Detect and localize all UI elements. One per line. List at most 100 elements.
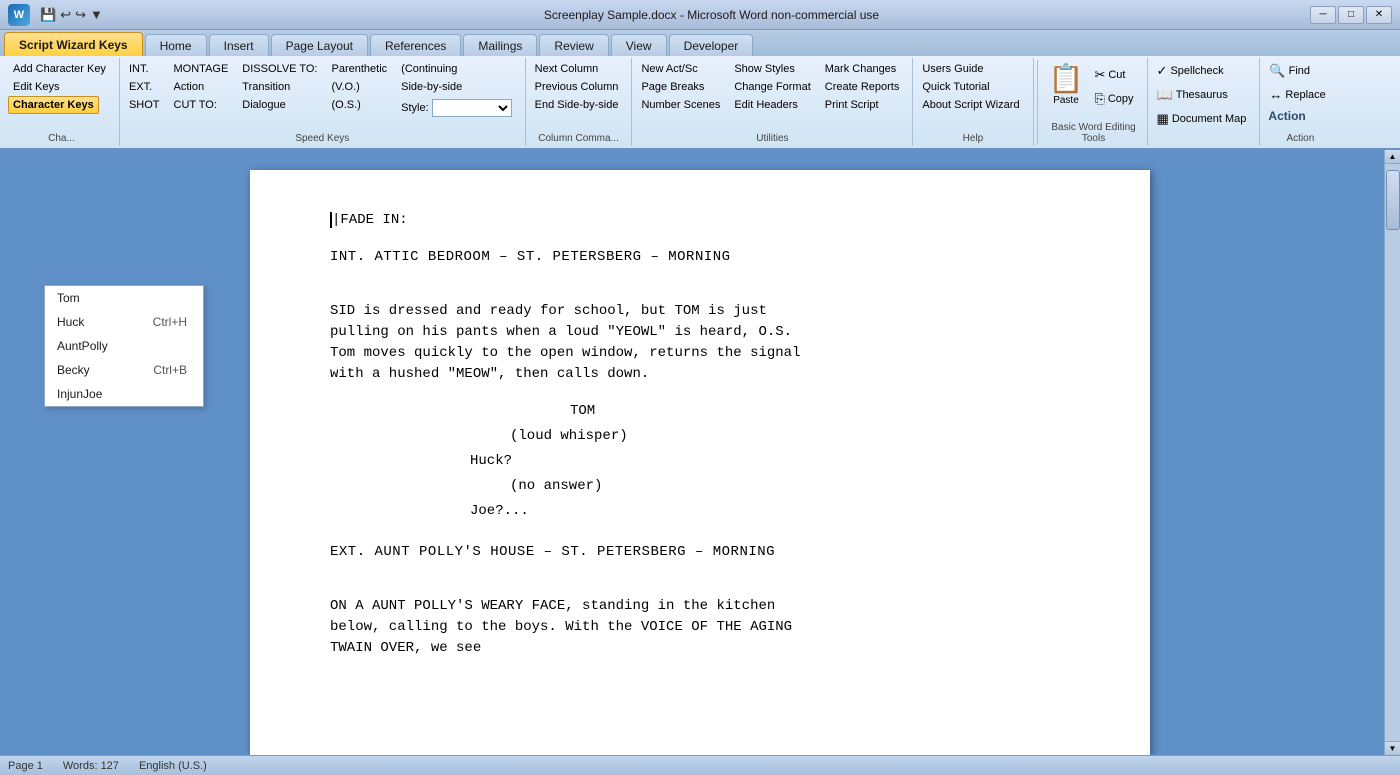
scrollbar-down-btn[interactable]: ▼ bbox=[1385, 741, 1400, 755]
shot-btn[interactable]: SHOT bbox=[124, 96, 165, 114]
group-label-clipboard: Basic Word Editing Tools bbox=[1041, 122, 1147, 144]
cut-btn[interactable]: ✂ Cut bbox=[1089, 64, 1138, 86]
users-guide-btn[interactable]: Users Guide bbox=[917, 60, 988, 78]
os-btn[interactable]: (O.S.) bbox=[327, 96, 393, 114]
add-character-key-btn[interactable]: Add Character Key bbox=[8, 60, 111, 78]
style-dropdown[interactable] bbox=[432, 99, 512, 117]
speed-keys-col4: Parenthetic (V.O.) (O.S.) bbox=[327, 60, 393, 114]
number-scenes-btn[interactable]: Number Scenes bbox=[636, 96, 725, 114]
new-act-btn[interactable]: New Act/Sc bbox=[636, 60, 725, 78]
fade-in-line: |FADE IN: bbox=[330, 210, 1090, 231]
group-label-help: Help bbox=[913, 133, 1032, 144]
tab-developer[interactable]: Developer bbox=[669, 34, 754, 56]
thesaurus-btn[interactable]: 📖 Thesaurus bbox=[1152, 84, 1233, 106]
menu-item-becky[interactable]: Becky Ctrl+B bbox=[45, 358, 203, 382]
dialogue-btn[interactable]: Dialogue bbox=[237, 96, 322, 114]
tab-home[interactable]: Home bbox=[145, 34, 207, 56]
utilities-col1: New Act/Sc Page Breaks Number Scenes bbox=[636, 60, 725, 114]
ribbon-content: Add Character Key Edit Keys Character Ke… bbox=[0, 56, 1400, 148]
ext-btn[interactable]: EXT. bbox=[124, 78, 165, 96]
action-2: ON A AUNT POLLY'S WEARY FACE, standing i… bbox=[330, 575, 930, 659]
scrollbar-thumb[interactable] bbox=[1386, 170, 1400, 230]
document-page[interactable]: |FADE IN: INT. ATTIC BEDROOM – ST. PETER… bbox=[250, 170, 1150, 755]
speed-keys-col3: DISSOLVE TO: Transition Dialogue bbox=[237, 60, 322, 114]
show-styles-btn[interactable]: Show Styles bbox=[729, 60, 815, 78]
title-bar: W 💾 ↩ ↪ ▼ Screenplay Sample.docx - Micro… bbox=[0, 0, 1400, 30]
group-find-action: 🔍 Find ↔ Replace Action Action bbox=[1260, 58, 1340, 146]
window-controls: ─ □ ✕ bbox=[1310, 6, 1392, 24]
copy-icon: ⎘ bbox=[1094, 91, 1104, 107]
group-label-action: Action bbox=[1260, 133, 1340, 144]
parenthetic-btn[interactable]: Parenthetic bbox=[327, 60, 393, 78]
customize-quick-btn[interactable]: ▼ bbox=[90, 7, 103, 22]
page-breaks-btn[interactable]: Page Breaks bbox=[636, 78, 725, 96]
ribbon: Script Wizard Keys Home Insert Page Layo… bbox=[0, 30, 1400, 150]
app-icon: W bbox=[8, 4, 30, 26]
cut-to-btn[interactable]: CUT TO: bbox=[169, 96, 234, 114]
style-select-row: Style: bbox=[396, 96, 517, 120]
maximize-btn[interactable]: □ bbox=[1338, 6, 1364, 24]
group-label-charkeys: Cha... bbox=[4, 133, 119, 144]
redo-quick-btn[interactable]: ↪ bbox=[75, 7, 86, 23]
previous-column-btn[interactable]: Previous Column bbox=[530, 78, 624, 96]
tab-mailings[interactable]: Mailings bbox=[463, 34, 537, 56]
find-btn[interactable]: 🔍 Find bbox=[1264, 60, 1315, 82]
spellcheck-btn[interactable]: ✓ Spellcheck bbox=[1152, 60, 1229, 82]
window-title: Screenplay Sample.docx - Microsoft Word … bbox=[113, 8, 1310, 22]
vo-btn[interactable]: (V.O.) bbox=[327, 78, 393, 96]
menu-item-injunjoe[interactable]: InjunJoe bbox=[45, 382, 203, 406]
character-keys-btn[interactable]: Character Keys bbox=[8, 96, 99, 114]
undo-quick-btn[interactable]: ↩ bbox=[60, 7, 71, 23]
status-page: Page 1 bbox=[8, 760, 43, 772]
chevron-down-icon: ▼ bbox=[1389, 744, 1397, 753]
menu-item-auntpolly[interactable]: AuntPolly bbox=[45, 334, 203, 358]
edit-keys-btn[interactable]: Edit Keys bbox=[8, 78, 64, 96]
paste-btn[interactable]: 📋 Paste bbox=[1045, 60, 1088, 108]
action-btn[interactable]: Action bbox=[169, 78, 234, 96]
tab-insert[interactable]: Insert bbox=[209, 34, 269, 56]
utilities-col3: Mark Changes Create Reports Print Script bbox=[820, 60, 905, 114]
end-side-by-side-btn[interactable]: End Side-by-side bbox=[530, 96, 624, 114]
document-area: |FADE IN: INT. ATTIC BEDROOM – ST. PETER… bbox=[0, 150, 1400, 755]
tab-script-wizard-keys[interactable]: Script Wizard Keys bbox=[4, 32, 143, 56]
about-script-wizard-btn[interactable]: About Script Wizard bbox=[917, 96, 1024, 114]
quick-tutorial-btn[interactable]: Quick Tutorial bbox=[917, 78, 994, 96]
parenthetical-2: (no answer) bbox=[510, 476, 1090, 497]
transition-btn[interactable]: Transition bbox=[237, 78, 322, 96]
speed-keys-col2: MONTAGE Action CUT TO: bbox=[169, 60, 234, 114]
close-btn[interactable]: ✕ bbox=[1366, 6, 1392, 24]
change-format-btn[interactable]: Change Format bbox=[729, 78, 815, 96]
document-map-btn[interactable]: ▦ Document Map bbox=[1152, 108, 1252, 130]
create-reports-btn[interactable]: Create Reports bbox=[820, 78, 905, 96]
next-column-btn[interactable]: Next Column bbox=[530, 60, 604, 78]
scrollbar[interactable]: ▲ ▼ bbox=[1384, 150, 1400, 755]
copy-btn[interactable]: ⎘ Copy bbox=[1089, 88, 1138, 110]
group-character-keys: Add Character Key Edit Keys Character Ke… bbox=[4, 58, 120, 146]
group-utilities: New Act/Sc Page Breaks Number Scenes Sho… bbox=[632, 58, 913, 146]
continuing-btn[interactable]: (Continuing bbox=[396, 60, 517, 78]
utilities-col2: Show Styles Change Format Edit Headers bbox=[729, 60, 815, 114]
menu-item-huck[interactable]: Huck Ctrl+H bbox=[45, 310, 203, 334]
scrollbar-up-btn[interactable]: ▲ bbox=[1385, 150, 1400, 164]
int-btn[interactable]: INT. bbox=[124, 60, 165, 78]
tab-view[interactable]: View bbox=[611, 34, 667, 56]
minimize-btn[interactable]: ─ bbox=[1310, 6, 1336, 24]
print-script-btn[interactable]: Print Script bbox=[820, 96, 905, 114]
side-by-side-btn[interactable]: Side-by-side bbox=[396, 78, 517, 96]
action-1: SID is dressed and ready for school, but… bbox=[330, 280, 930, 385]
tab-references[interactable]: References bbox=[370, 34, 461, 56]
dissolve-btn[interactable]: DISSOLVE TO: bbox=[237, 60, 322, 78]
replace-btn[interactable]: ↔ Replace bbox=[1264, 84, 1330, 105]
tab-review[interactable]: Review bbox=[539, 34, 608, 56]
paste-label: Paste bbox=[1053, 95, 1079, 106]
spellcheck-icon: ✓ bbox=[1157, 63, 1168, 79]
menu-item-tom[interactable]: Tom bbox=[45, 286, 203, 310]
mark-changes-btn[interactable]: Mark Changes bbox=[820, 60, 905, 78]
group-speed-keys: INT. EXT. SHOT MONTAGE Action CUT TO: DI… bbox=[120, 58, 526, 146]
character-keys-menu: Tom Huck Ctrl+H AuntPolly Becky Ctrl+B I… bbox=[44, 285, 204, 407]
edit-headers-btn[interactable]: Edit Headers bbox=[729, 96, 815, 114]
tab-page-layout[interactable]: Page Layout bbox=[271, 34, 368, 56]
group-help: Users Guide Quick Tutorial About Script … bbox=[913, 58, 1033, 146]
montage-btn[interactable]: MONTAGE bbox=[169, 60, 234, 78]
save-quick-btn[interactable]: 💾 bbox=[40, 7, 56, 23]
